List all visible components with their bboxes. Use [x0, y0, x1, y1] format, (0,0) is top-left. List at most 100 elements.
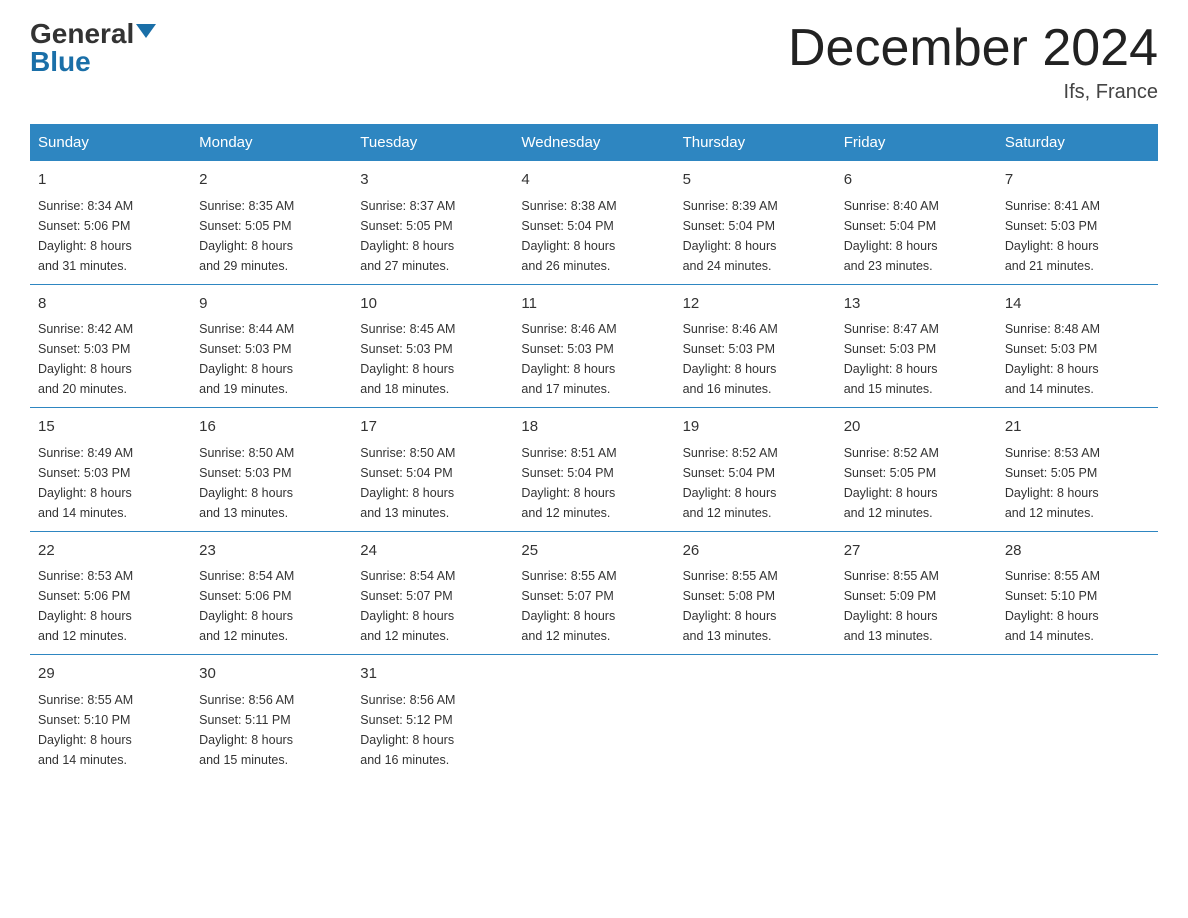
day-header-row: Sunday Monday Tuesday Wednesday Thursday… — [30, 124, 1158, 161]
table-row: 24 Sunrise: 8:54 AMSunset: 5:07 PMDaylig… — [352, 531, 513, 655]
table-row: 8 Sunrise: 8:42 AMSunset: 5:03 PMDayligh… — [30, 284, 191, 408]
table-row: 31 Sunrise: 8:56 AMSunset: 5:12 PMDaylig… — [352, 655, 513, 778]
table-row: 21 Sunrise: 8:53 AMSunset: 5:05 PMDaylig… — [997, 408, 1158, 532]
day-info: Sunrise: 8:55 AMSunset: 5:10 PMDaylight:… — [38, 693, 133, 767]
day-number: 2 — [199, 169, 344, 192]
day-info: Sunrise: 8:46 AMSunset: 5:03 PMDaylight:… — [521, 322, 616, 396]
day-info: Sunrise: 8:55 AMSunset: 5:08 PMDaylight:… — [683, 569, 778, 643]
day-number: 23 — [199, 540, 344, 563]
table-row: 26 Sunrise: 8:55 AMSunset: 5:08 PMDaylig… — [675, 531, 836, 655]
header-tuesday: Tuesday — [352, 124, 513, 161]
week-row-1: 1 Sunrise: 8:34 AMSunset: 5:06 PMDayligh… — [30, 161, 1158, 284]
table-row: 15 Sunrise: 8:49 AMSunset: 5:03 PMDaylig… — [30, 408, 191, 532]
day-number: 25 — [521, 540, 666, 563]
day-number: 9 — [199, 293, 344, 316]
table-row: 20 Sunrise: 8:52 AMSunset: 5:05 PMDaylig… — [836, 408, 997, 532]
table-row: 17 Sunrise: 8:50 AMSunset: 5:04 PMDaylig… — [352, 408, 513, 532]
day-info: Sunrise: 8:55 AMSunset: 5:07 PMDaylight:… — [521, 569, 616, 643]
table-row: 3 Sunrise: 8:37 AMSunset: 5:05 PMDayligh… — [352, 161, 513, 284]
table-row: 30 Sunrise: 8:56 AMSunset: 5:11 PMDaylig… — [191, 655, 352, 778]
day-number: 20 — [844, 416, 989, 439]
calendar-table: Sunday Monday Tuesday Wednesday Thursday… — [30, 124, 1158, 778]
day-number: 24 — [360, 540, 505, 563]
day-number: 6 — [844, 169, 989, 192]
day-info: Sunrise: 8:54 AMSunset: 5:06 PMDaylight:… — [199, 569, 294, 643]
table-row: 28 Sunrise: 8:55 AMSunset: 5:10 PMDaylig… — [997, 531, 1158, 655]
table-row — [513, 655, 674, 778]
day-number: 21 — [1005, 416, 1150, 439]
day-number: 10 — [360, 293, 505, 316]
table-row: 18 Sunrise: 8:51 AMSunset: 5:04 PMDaylig… — [513, 408, 674, 532]
day-info: Sunrise: 8:53 AMSunset: 5:05 PMDaylight:… — [1005, 446, 1100, 520]
page-header: General Blue December 2024 Ifs, France — [30, 20, 1158, 104]
day-info: Sunrise: 8:37 AMSunset: 5:05 PMDaylight:… — [360, 199, 455, 273]
header-wednesday: Wednesday — [513, 124, 674, 161]
table-row: 19 Sunrise: 8:52 AMSunset: 5:04 PMDaylig… — [675, 408, 836, 532]
day-number: 19 — [683, 416, 828, 439]
day-info: Sunrise: 8:51 AMSunset: 5:04 PMDaylight:… — [521, 446, 616, 520]
day-info: Sunrise: 8:55 AMSunset: 5:09 PMDaylight:… — [844, 569, 939, 643]
table-row: 7 Sunrise: 8:41 AMSunset: 5:03 PMDayligh… — [997, 161, 1158, 284]
day-number: 13 — [844, 293, 989, 316]
day-info: Sunrise: 8:53 AMSunset: 5:06 PMDaylight:… — [38, 569, 133, 643]
table-row: 4 Sunrise: 8:38 AMSunset: 5:04 PMDayligh… — [513, 161, 674, 284]
table-row — [675, 655, 836, 778]
day-number: 31 — [360, 663, 505, 686]
day-number: 7 — [1005, 169, 1150, 192]
header-thursday: Thursday — [675, 124, 836, 161]
header-friday: Friday — [836, 124, 997, 161]
day-info: Sunrise: 8:40 AMSunset: 5:04 PMDaylight:… — [844, 199, 939, 273]
day-number: 5 — [683, 169, 828, 192]
header-sunday: Sunday — [30, 124, 191, 161]
table-row: 1 Sunrise: 8:34 AMSunset: 5:06 PMDayligh… — [30, 161, 191, 284]
day-info: Sunrise: 8:46 AMSunset: 5:03 PMDaylight:… — [683, 322, 778, 396]
day-info: Sunrise: 8:42 AMSunset: 5:03 PMDaylight:… — [38, 322, 133, 396]
day-info: Sunrise: 8:56 AMSunset: 5:12 PMDaylight:… — [360, 693, 455, 767]
day-number: 15 — [38, 416, 183, 439]
day-info: Sunrise: 8:49 AMSunset: 5:03 PMDaylight:… — [38, 446, 133, 520]
day-number: 1 — [38, 169, 183, 192]
day-number: 12 — [683, 293, 828, 316]
day-number: 26 — [683, 540, 828, 563]
day-info: Sunrise: 8:52 AMSunset: 5:05 PMDaylight:… — [844, 446, 939, 520]
week-row-5: 29 Sunrise: 8:55 AMSunset: 5:10 PMDaylig… — [30, 655, 1158, 778]
table-row: 12 Sunrise: 8:46 AMSunset: 5:03 PMDaylig… — [675, 284, 836, 408]
day-info: Sunrise: 8:56 AMSunset: 5:11 PMDaylight:… — [199, 693, 294, 767]
day-number: 28 — [1005, 540, 1150, 563]
day-number: 16 — [199, 416, 344, 439]
table-row: 22 Sunrise: 8:53 AMSunset: 5:06 PMDaylig… — [30, 531, 191, 655]
day-number: 27 — [844, 540, 989, 563]
day-info: Sunrise: 8:52 AMSunset: 5:04 PMDaylight:… — [683, 446, 778, 520]
day-info: Sunrise: 8:55 AMSunset: 5:10 PMDaylight:… — [1005, 569, 1100, 643]
table-row: 13 Sunrise: 8:47 AMSunset: 5:03 PMDaylig… — [836, 284, 997, 408]
day-info: Sunrise: 8:35 AMSunset: 5:05 PMDaylight:… — [199, 199, 294, 273]
logo: General Blue — [30, 20, 156, 76]
day-number: 4 — [521, 169, 666, 192]
month-title: December 2024 — [788, 20, 1158, 77]
logo-blue: Blue — [30, 48, 91, 76]
day-info: Sunrise: 8:47 AMSunset: 5:03 PMDaylight:… — [844, 322, 939, 396]
table-row: 23 Sunrise: 8:54 AMSunset: 5:06 PMDaylig… — [191, 531, 352, 655]
table-row: 27 Sunrise: 8:55 AMSunset: 5:09 PMDaylig… — [836, 531, 997, 655]
table-row: 25 Sunrise: 8:55 AMSunset: 5:07 PMDaylig… — [513, 531, 674, 655]
day-info: Sunrise: 8:50 AMSunset: 5:04 PMDaylight:… — [360, 446, 455, 520]
header-saturday: Saturday — [997, 124, 1158, 161]
header-monday: Monday — [191, 124, 352, 161]
table-row: 10 Sunrise: 8:45 AMSunset: 5:03 PMDaylig… — [352, 284, 513, 408]
table-row: 5 Sunrise: 8:39 AMSunset: 5:04 PMDayligh… — [675, 161, 836, 284]
location: Ifs, France — [788, 81, 1158, 104]
day-info: Sunrise: 8:44 AMSunset: 5:03 PMDaylight:… — [199, 322, 294, 396]
day-number: 22 — [38, 540, 183, 563]
table-row: 11 Sunrise: 8:46 AMSunset: 5:03 PMDaylig… — [513, 284, 674, 408]
day-info: Sunrise: 8:54 AMSunset: 5:07 PMDaylight:… — [360, 569, 455, 643]
day-info: Sunrise: 8:41 AMSunset: 5:03 PMDaylight:… — [1005, 199, 1100, 273]
day-info: Sunrise: 8:50 AMSunset: 5:03 PMDaylight:… — [199, 446, 294, 520]
title-block: December 2024 Ifs, France — [788, 20, 1158, 104]
day-number: 8 — [38, 293, 183, 316]
day-number: 14 — [1005, 293, 1150, 316]
day-number: 3 — [360, 169, 505, 192]
day-number: 17 — [360, 416, 505, 439]
week-row-4: 22 Sunrise: 8:53 AMSunset: 5:06 PMDaylig… — [30, 531, 1158, 655]
table-row: 2 Sunrise: 8:35 AMSunset: 5:05 PMDayligh… — [191, 161, 352, 284]
day-info: Sunrise: 8:39 AMSunset: 5:04 PMDaylight:… — [683, 199, 778, 273]
